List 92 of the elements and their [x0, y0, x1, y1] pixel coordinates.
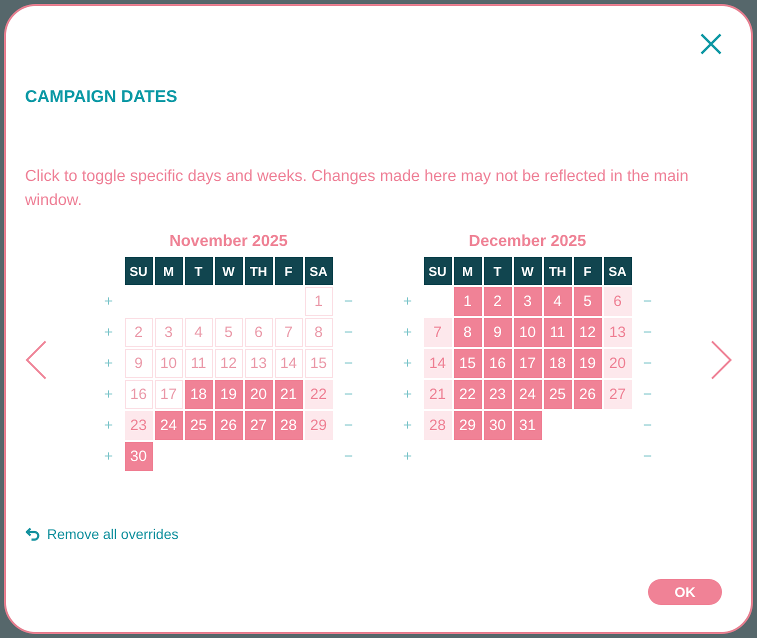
day-cell[interactable]: 1 [454, 287, 482, 316]
day-cell[interactable]: 20 [604, 349, 632, 378]
undo-icon [25, 527, 40, 541]
add-week-button[interactable]: + [394, 380, 422, 409]
weekday-header: W [214, 257, 242, 285]
day-cell[interactable]: 9 [484, 318, 512, 347]
day-cell[interactable]: 4 [544, 287, 572, 316]
day-cell[interactable]: 11 [544, 318, 572, 347]
day-cell[interactable]: 25 [184, 411, 212, 440]
day-cell[interactable]: 17 [514, 349, 542, 378]
chevron-right-icon[interactable] [710, 340, 732, 380]
day-cell[interactable]: 29 [304, 411, 332, 440]
chevron-left-icon[interactable] [25, 340, 46, 380]
day-cell[interactable]: 23 [124, 411, 152, 440]
add-week-button[interactable]: + [394, 318, 422, 347]
add-week-button[interactable]: + [94, 287, 122, 316]
day-cell[interactable]: 5 [574, 287, 602, 316]
remove-week-button[interactable]: − [634, 380, 662, 409]
day-cell[interactable]: 27 [604, 380, 632, 409]
weekday-header: T [484, 257, 512, 285]
add-week-button[interactable]: + [394, 411, 422, 440]
day-cell[interactable]: 12 [574, 318, 602, 347]
day-cell[interactable]: 20 [244, 380, 272, 409]
day-cell[interactable]: 18 [184, 380, 212, 409]
remove-week-button[interactable]: − [634, 318, 662, 347]
day-cell[interactable]: 28 [274, 411, 302, 440]
day-cell[interactable]: 3 [514, 287, 542, 316]
day-cell[interactable]: 23 [484, 380, 512, 409]
weekday-header: SA [304, 257, 332, 285]
remove-week-button[interactable]: − [634, 442, 662, 471]
add-week-button[interactable]: + [94, 411, 122, 440]
add-week-button[interactable]: + [94, 349, 122, 378]
day-cell[interactable]: 27 [244, 411, 272, 440]
day-cell[interactable]: 2 [484, 287, 512, 316]
day-cell[interactable]: 21 [274, 380, 302, 409]
weekday-header: TH [544, 257, 572, 285]
day-cell[interactable]: 16 [484, 349, 512, 378]
day-cell[interactable]: 18 [544, 349, 572, 378]
instructions-text: Click to toggle specific days and weeks. Changes made here may not be reflected in the main window. [25, 167, 690, 211]
remove-week-button[interactable]: − [634, 411, 662, 440]
remove-week-button[interactable]: − [634, 287, 662, 316]
add-week-button[interactable]: + [94, 318, 122, 347]
day-cell[interactable]: 30 [484, 411, 512, 440]
add-week-button[interactable]: + [94, 442, 122, 471]
day-cell[interactable]: 15 [454, 349, 482, 378]
day-cell[interactable]: 30 [124, 442, 152, 471]
day-cell[interactable]: 14 [424, 349, 452, 378]
ok-button[interactable]: OK [648, 579, 722, 605]
remove-overrides-link[interactable]: Remove all overrides [25, 526, 178, 542]
remove-week-button[interactable]: − [334, 380, 362, 409]
day-cell[interactable]: 31 [514, 411, 542, 440]
weekday-header: SU [424, 257, 452, 285]
weekday-header: T [184, 257, 212, 285]
weekday-header: SU [124, 257, 152, 285]
remove-week-button[interactable]: − [334, 318, 362, 347]
day-cell[interactable]: 22 [454, 380, 482, 409]
add-week-button[interactable]: + [94, 380, 122, 409]
close-icon[interactable] [700, 33, 722, 55]
weekday-header: F [574, 257, 602, 285]
day-cell[interactable]: 19 [574, 349, 602, 378]
day-cell[interactable]: 29 [454, 411, 482, 440]
day-cell[interactable]: 25 [544, 380, 572, 409]
day-cell[interactable]: 22 [304, 380, 332, 409]
remove-week-button[interactable]: − [334, 411, 362, 440]
weekday-header: TH [244, 257, 272, 285]
weekday-header: M [154, 257, 182, 285]
day-cell[interactable]: 24 [514, 380, 542, 409]
day-cell[interactable]: 8 [454, 318, 482, 347]
add-week-button[interactable]: + [394, 349, 422, 378]
weekday-header: W [514, 257, 542, 285]
day-cell[interactable]: 28 [424, 411, 452, 440]
remove-week-button[interactable]: − [334, 442, 362, 471]
day-cell[interactable]: 19 [214, 380, 242, 409]
weekday-header: M [454, 257, 482, 285]
day-cell[interactable]: 7 [424, 318, 452, 347]
remove-week-button[interactable]: − [634, 349, 662, 378]
day-cell[interactable]: 21 [424, 380, 452, 409]
weekday-header: F [274, 257, 302, 285]
month-title: November 2025 [169, 233, 288, 251]
day-cell[interactable]: 6 [604, 287, 632, 316]
remove-week-button[interactable]: − [334, 349, 362, 378]
add-week-button[interactable]: + [394, 442, 422, 471]
dialog-title: CAMPAIGN DATES [25, 87, 178, 107]
remove-week-button[interactable]: − [334, 287, 362, 316]
month-title: December 2025 [468, 233, 586, 251]
weekday-header: SA [604, 257, 632, 285]
day-cell[interactable]: 24 [154, 411, 182, 440]
day-cell[interactable]: 26 [214, 411, 242, 440]
day-cell[interactable]: 10 [514, 318, 542, 347]
day-cell[interactable]: 26 [574, 380, 602, 409]
day-cell[interactable]: 13 [604, 318, 632, 347]
add-week-button[interactable]: + [394, 287, 422, 316]
